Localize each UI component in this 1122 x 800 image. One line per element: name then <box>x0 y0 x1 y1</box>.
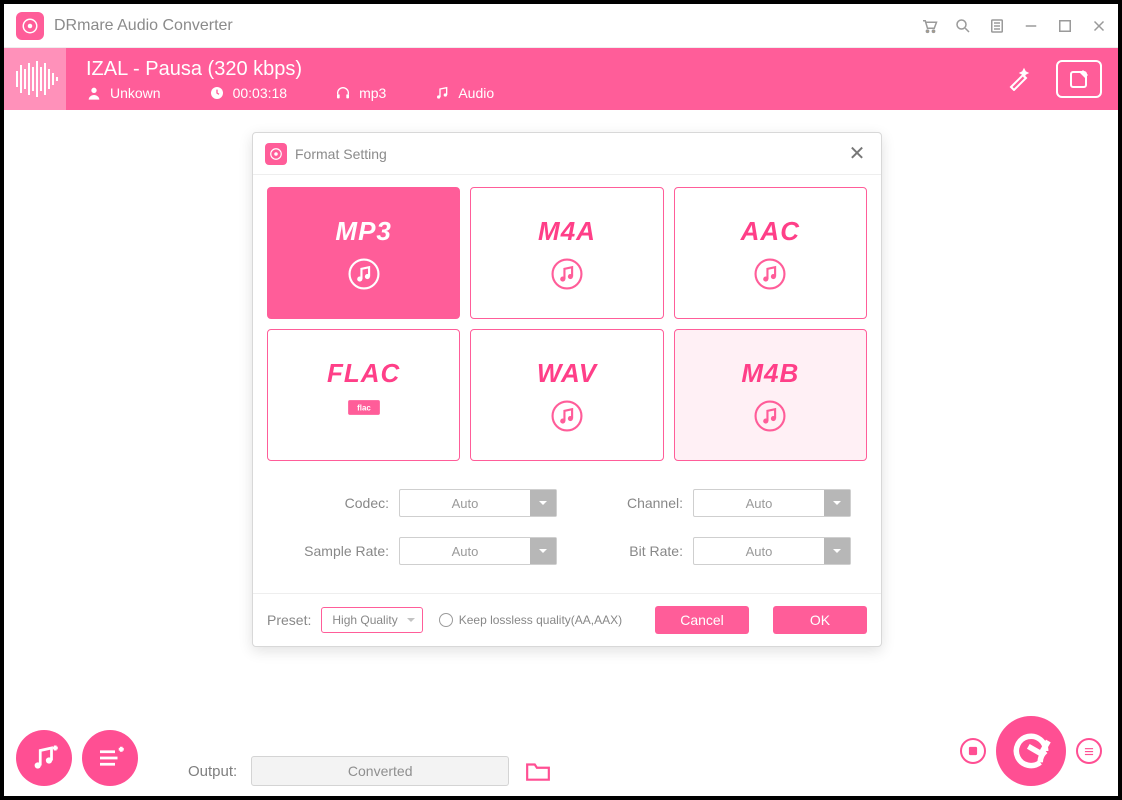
dialog-title: Format Setting <box>295 146 387 162</box>
titlebar: DRmare Audio Converter <box>4 4 1118 48</box>
track-title: IZAL - Pausa (320 kbps) <box>86 58 494 81</box>
sample-rate-option: Sample Rate: Auto <box>283 537 557 565</box>
channel-label: Channel: <box>627 495 683 511</box>
format-label: WAV <box>537 358 597 389</box>
app-logo-icon <box>16 12 44 40</box>
codec-option: Codec: Auto <box>283 489 557 517</box>
bit-rate-select[interactable]: Auto <box>693 537 851 565</box>
format-setting-dialog: Format Setting ✕ MP3 M4A AAC FLAC flac WAV M4B… <box>252 132 882 647</box>
format-option-aac[interactable]: AAC <box>674 187 867 319</box>
ok-button[interactable]: OK <box>773 606 867 634</box>
format-option-wav[interactable]: WAV <box>470 329 663 461</box>
music-note-icon: flac <box>347 399 381 433</box>
duration-meta: 00:03:18 <box>209 85 288 101</box>
format-text: mp3 <box>359 85 386 101</box>
preset-select[interactable]: High Quality <box>321 607 422 633</box>
headphones-icon <box>335 85 351 101</box>
format-label: MP3 <box>335 216 391 247</box>
format-option-m4b[interactable]: M4B <box>674 329 867 461</box>
svg-text:flac: flac <box>357 403 371 412</box>
chevron-down-icon <box>530 490 556 516</box>
search-icon[interactable] <box>952 15 974 37</box>
music-note-icon <box>753 399 787 433</box>
track-bar: IZAL - Pausa (320 kbps) Unkown 00:03:18 … <box>4 48 1118 110</box>
bottom-bar: Output: Converted <box>4 718 1118 796</box>
format-label: M4A <box>538 216 596 247</box>
chevron-down-icon <box>824 538 850 564</box>
add-music-button[interactable] <box>16 730 72 786</box>
artist-meta: Unkown <box>86 85 161 101</box>
output-field[interactable]: Converted <box>251 756 509 786</box>
format-option-mp3[interactable]: MP3 <box>267 187 460 319</box>
dialog-close-button[interactable]: ✕ <box>845 142 869 166</box>
convert-button[interactable] <box>996 716 1066 786</box>
edit-button[interactable] <box>1056 60 1102 98</box>
codec-label: Codec: <box>345 495 389 511</box>
effects-button[interactable] <box>996 60 1042 98</box>
format-label: M4B <box>741 358 799 389</box>
chevron-down-icon <box>824 490 850 516</box>
browse-folder-button[interactable] <box>523 758 553 784</box>
bit-rate-option: Bit Rate: Auto <box>577 537 851 565</box>
cart-icon[interactable] <box>918 15 940 37</box>
sample-rate-label: Sample Rate: <box>304 543 389 559</box>
person-icon <box>86 85 102 101</box>
track-meta: Unkown 00:03:18 mp3 Audio <box>86 85 494 101</box>
app-window: DRmare Audio Converter IZAL - Pausa (320… <box>4 4 1118 796</box>
format-option-m4a[interactable]: M4A <box>470 187 663 319</box>
music-note-icon <box>550 257 584 291</box>
checkbox-icon <box>439 613 453 627</box>
clock-icon <box>209 85 225 101</box>
options-grid: Codec: Auto Channel: Auto Sample Rate: A… <box>253 467 881 593</box>
lossless-checkbox[interactable]: Keep lossless quality(AA,AAX) <box>439 613 622 627</box>
format-label: AAC <box>741 216 800 247</box>
dialog-footer: Preset: High Quality Keep lossless quali… <box>253 593 881 646</box>
music-note-icon <box>347 257 381 291</box>
menu-icon[interactable] <box>986 15 1008 37</box>
codec-select[interactable]: Auto <box>399 489 557 517</box>
artist-text: Unkown <box>110 85 161 101</box>
music-note-icon <box>753 257 787 291</box>
note-icon <box>434 85 450 101</box>
maximize-button[interactable] <box>1054 15 1076 37</box>
output-label: Output: <box>188 763 237 780</box>
close-button[interactable] <box>1088 15 1110 37</box>
bit-rate-label: Bit Rate: <box>629 543 683 559</box>
minimize-button[interactable] <box>1020 15 1042 37</box>
app-title: DRmare Audio Converter <box>54 17 233 35</box>
format-grid: MP3 M4A AAC FLAC flac WAV M4B <box>253 175 881 467</box>
cancel-button[interactable]: Cancel <box>655 606 749 634</box>
preset-label: Preset: <box>267 612 311 628</box>
type-text: Audio <box>458 85 494 101</box>
sample-rate-select[interactable]: Auto <box>399 537 557 565</box>
channel-select[interactable]: Auto <box>693 489 851 517</box>
chevron-down-icon <box>530 538 556 564</box>
format-option-flac[interactable]: FLAC flac <box>267 329 460 461</box>
type-meta: Audio <box>434 85 494 101</box>
format-label: FLAC <box>327 358 400 389</box>
duration-text: 00:03:18 <box>233 85 288 101</box>
history-button[interactable] <box>960 738 986 764</box>
waveform-icon <box>4 48 66 110</box>
format-meta: mp3 <box>335 85 386 101</box>
folder-icon <box>525 760 551 782</box>
dialog-header: Format Setting ✕ <box>253 133 881 175</box>
chevron-down-icon <box>406 615 416 625</box>
music-note-icon <box>550 399 584 433</box>
add-list-button[interactable] <box>82 730 138 786</box>
settings-button[interactable] <box>1076 738 1102 764</box>
dialog-logo-icon <box>265 143 287 165</box>
channel-option: Channel: Auto <box>577 489 851 517</box>
